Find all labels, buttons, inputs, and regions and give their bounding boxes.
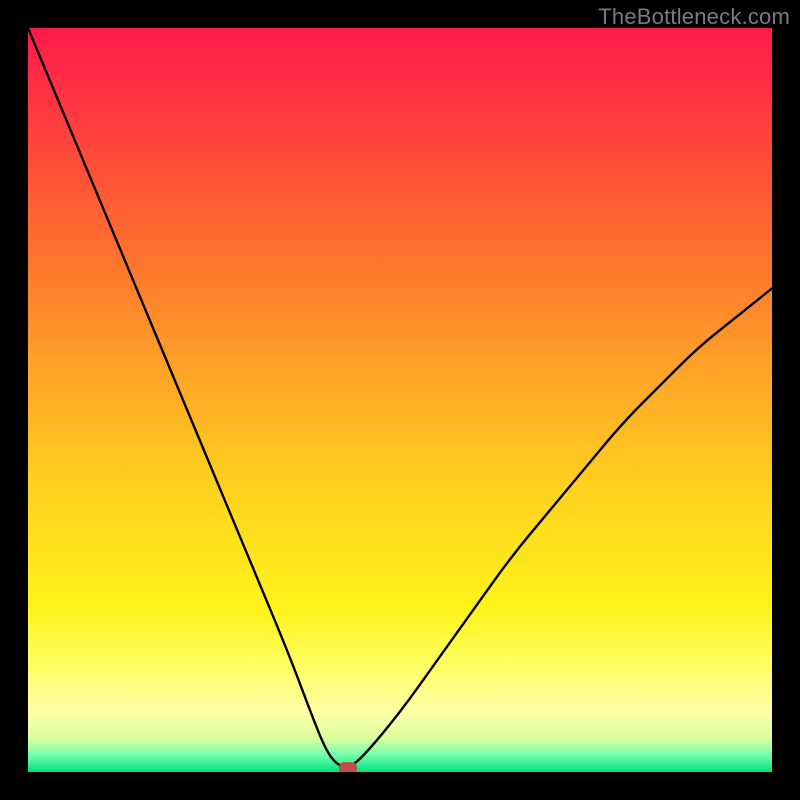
plot-area <box>28 28 772 772</box>
watermark-text: TheBottleneck.com <box>598 4 790 30</box>
min-marker <box>339 762 357 772</box>
plot-svg <box>28 28 772 772</box>
chart-frame: TheBottleneck.com <box>0 0 800 800</box>
gradient-background <box>28 28 772 772</box>
